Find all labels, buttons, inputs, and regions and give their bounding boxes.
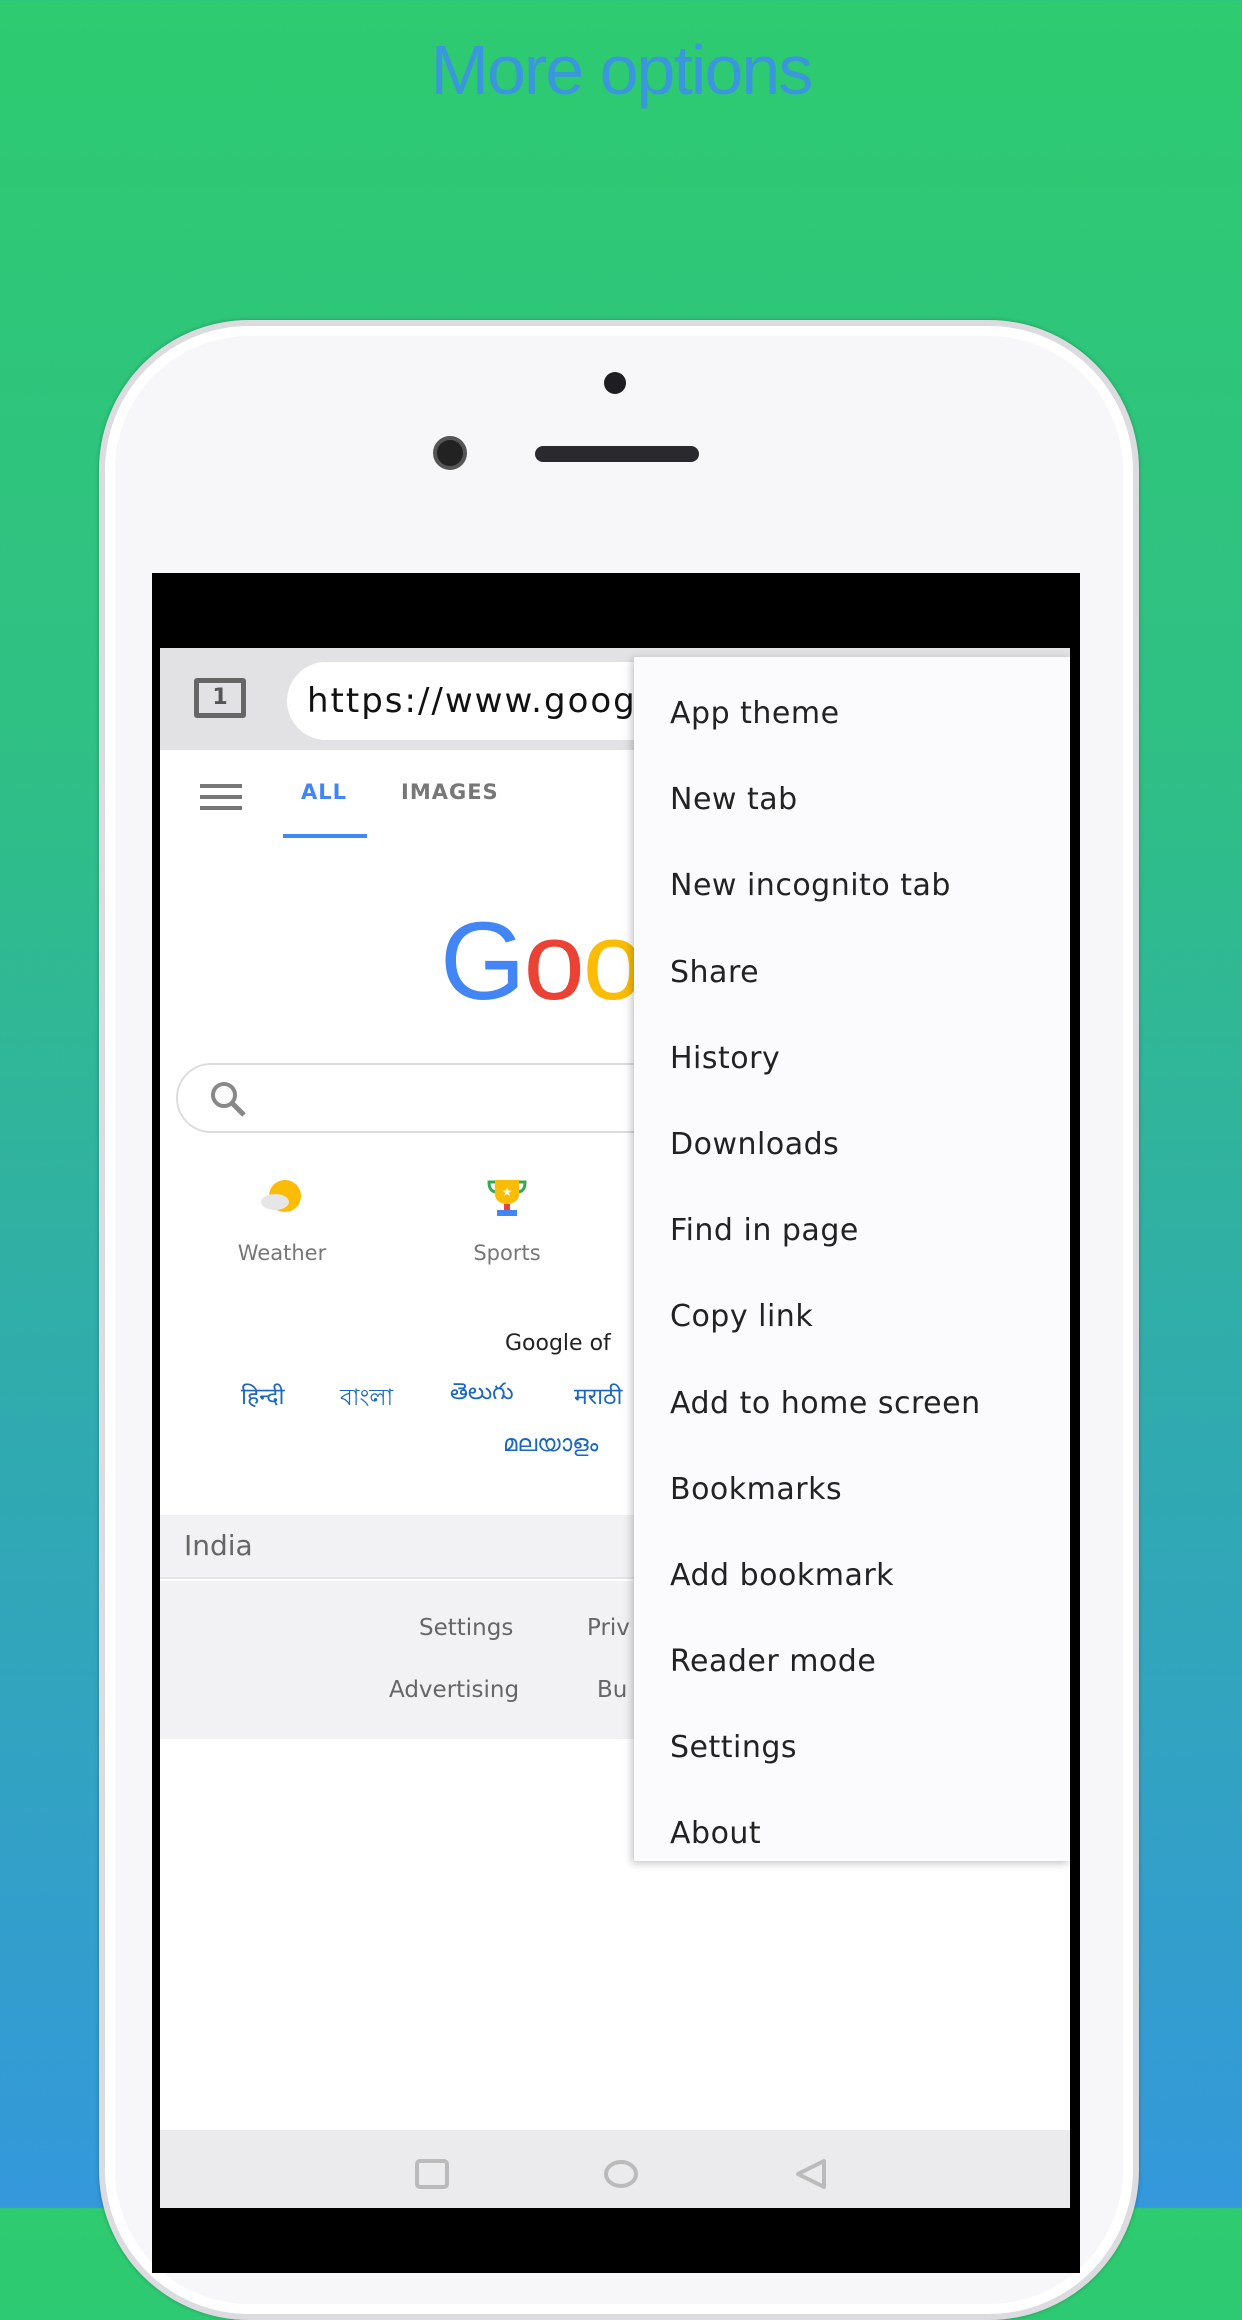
system-nav-bar	[160, 2130, 1070, 2208]
tab-images[interactable]: IMAGES	[401, 780, 499, 804]
language-link[interactable]: বাংলা	[340, 1379, 393, 1418]
sensor-dot	[604, 372, 626, 394]
trophy-icon: ★	[487, 1180, 527, 1216]
tab-switcher-button[interactable]: 1	[194, 678, 246, 718]
footer-link-privacy[interactable]: Priv	[587, 1615, 630, 1641]
menu-item-settings[interactable]: Settings	[634, 1705, 1070, 1791]
front-camera	[433, 436, 467, 470]
menu-item-add-to-home-screen[interactable]: Add to home screen	[634, 1361, 1070, 1447]
menu-item-find-in-page[interactable]: Find in page	[634, 1188, 1070, 1274]
quick-link-weather[interactable]: Weather	[202, 1173, 362, 1265]
offered-in-text: Google of	[505, 1331, 611, 1356]
hamburger-menu-icon[interactable]	[200, 784, 242, 817]
footer-link-business[interactable]: Bu	[597, 1677, 627, 1703]
menu-item-history[interactable]: History	[634, 1016, 1070, 1102]
language-link[interactable]: മലയാളം	[503, 1431, 598, 1457]
language-link[interactable]: हिन्दी	[241, 1379, 284, 1411]
menu-item-new-tab[interactable]: New tab	[634, 757, 1070, 843]
menu-item-copy-link[interactable]: Copy link	[634, 1274, 1070, 1360]
menu-item-bookmarks[interactable]: Bookmarks	[634, 1447, 1070, 1533]
footer-link-settings[interactable]: Settings	[419, 1615, 513, 1641]
svg-text:★: ★	[502, 1185, 513, 1199]
menu-item-new-incognito-tab[interactable]: New incognito tab	[634, 843, 1070, 929]
menu-item-add-bookmark[interactable]: Add bookmark	[634, 1533, 1070, 1619]
menu-item-about[interactable]: About	[634, 1791, 1070, 1877]
overflow-menu: App theme New tab New incognito tab Shar…	[634, 657, 1070, 1861]
quick-link-label: Sports	[473, 1241, 541, 1265]
speaker-grille	[535, 446, 699, 462]
recents-icon[interactable]	[414, 2158, 450, 2190]
menu-item-downloads[interactable]: Downloads	[634, 1102, 1070, 1188]
menu-item-share[interactable]: Share	[634, 930, 1070, 1016]
menu-item-reader-mode[interactable]: Reader mode	[634, 1619, 1070, 1705]
caption: More options	[430, 31, 814, 109]
quick-link-label: Weather	[237, 1241, 327, 1265]
language-link[interactable]: मराठी	[574, 1379, 622, 1411]
active-tab-indicator	[283, 834, 367, 838]
tab-all[interactable]: ALL	[301, 780, 347, 804]
weather-icon	[261, 1180, 301, 1212]
footer-link-advertising[interactable]: Advertising	[389, 1677, 519, 1703]
quick-link-sports[interactable]: ★ Sports	[427, 1173, 587, 1265]
back-icon[interactable]	[794, 2158, 828, 2190]
language-link[interactable]: తెలుగు	[450, 1379, 514, 1411]
menu-item-app-theme[interactable]: App theme	[634, 671, 1070, 757]
home-icon[interactable]	[602, 2158, 640, 2190]
search-icon	[211, 1082, 246, 1117]
